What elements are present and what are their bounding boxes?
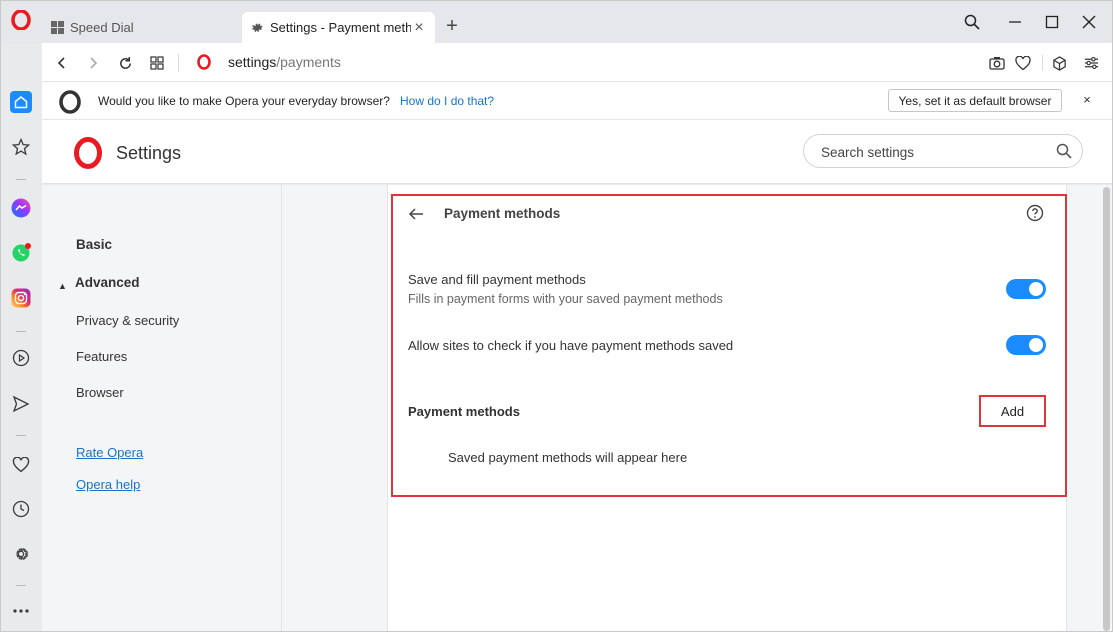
nav-advanced[interactable]: Advanced (75, 275, 140, 290)
minimize-icon[interactable] (1004, 11, 1026, 33)
forward-icon[interactable] (82, 52, 104, 74)
rate-opera-link[interactable]: Rate Opera (76, 445, 143, 460)
tab-settings[interactable]: Settings - Payment methods × (242, 12, 435, 43)
nav-browser[interactable]: Browser (76, 385, 124, 400)
tab-label: Settings - Payment methods (270, 20, 411, 35)
opera-logo-icon (59, 90, 81, 114)
messenger-icon[interactable] (10, 197, 32, 219)
search-tabs-icon[interactable] (961, 11, 983, 33)
tab-bar: Speed Dial Settings - Payment methods × … (1, 1, 1112, 43)
divider (16, 435, 26, 436)
speed-dial-star-icon[interactable] (10, 136, 32, 158)
camera-icon[interactable] (986, 52, 1008, 74)
add-payment-method-button[interactable]: Add (979, 395, 1046, 427)
home-icon[interactable] (10, 91, 32, 113)
infobar-message: Would you like to make Opera your everyd… (98, 94, 390, 108)
nav-basic[interactable]: Basic (76, 237, 112, 252)
close-infobar-icon[interactable]: × (1079, 91, 1095, 109)
settings-title: Settings (116, 143, 182, 163)
nav-privacy-security[interactable]: Privacy & security (76, 313, 179, 328)
more-icon[interactable] (10, 600, 32, 622)
opera-sidebar (1, 82, 42, 631)
whatsapp-icon[interactable] (10, 242, 32, 264)
url-host: settings (228, 54, 277, 70)
search-icon[interactable] (1055, 142, 1073, 160)
set-default-browser-button[interactable]: Yes, set it as default browser (888, 89, 1062, 112)
toggle-knob (1029, 338, 1043, 352)
back-arrow-icon[interactable] (406, 204, 426, 224)
save-fill-label: Save and fill payment methods (408, 272, 586, 287)
back-icon[interactable] (51, 52, 73, 74)
opera-help-link[interactable]: Opera help (76, 477, 140, 492)
default-browser-infobar: Would you like to make Opera your everyd… (42, 82, 1112, 120)
opera-page-icon (197, 54, 211, 70)
payment-methods-section-title: Payment methods (408, 404, 520, 419)
tiles-icon[interactable] (146, 52, 168, 74)
divider (16, 179, 26, 180)
divider (1042, 55, 1043, 71)
address-bar: settings/payments (42, 43, 1112, 82)
speed-dial-icon (50, 21, 64, 35)
send-icon[interactable] (10, 393, 32, 415)
divider (16, 331, 26, 332)
close-window-icon[interactable] (1078, 11, 1100, 33)
toggle-knob (1029, 282, 1043, 296)
how-to-link[interactable]: How do I do that? (400, 94, 494, 108)
new-tab-icon[interactable]: + (442, 16, 462, 36)
tab-label: Speed Dial (70, 20, 134, 35)
settings-header: Settings (42, 120, 1112, 184)
search-box (803, 134, 1083, 168)
reload-icon[interactable] (114, 52, 136, 74)
url-field[interactable]: settings/payments (228, 54, 341, 70)
save-fill-description: Fills in payment forms with your saved p… (408, 292, 723, 306)
history-clock-icon[interactable] (10, 498, 32, 520)
page-title: Payment methods (444, 206, 561, 221)
tab-speed-dial[interactable]: Speed Dial (42, 12, 239, 43)
help-icon[interactable] (1025, 203, 1045, 223)
empty-state-message: Saved payment methods will appear here (448, 450, 688, 465)
scrollbar-thumb[interactable] (1103, 187, 1110, 631)
extensions-cube-icon[interactable] (1048, 52, 1070, 74)
instagram-icon[interactable] (10, 287, 32, 309)
maximize-icon[interactable] (1041, 11, 1063, 33)
search-settings-input[interactable] (821, 142, 1041, 162)
allow-sites-label: Allow sites to check if you have payment… (408, 338, 734, 353)
opera-logo-icon (74, 137, 102, 169)
divider (178, 54, 179, 72)
save-fill-toggle[interactable] (1006, 279, 1046, 299)
collapse-arrow-icon[interactable]: ▲ (58, 281, 68, 291)
easy-setup-icon[interactable] (1080, 52, 1102, 74)
bookmarks-heart-icon[interactable] (10, 454, 32, 476)
settings-nav: Basic ▲ Advanced Privacy & security Feat… (42, 185, 282, 631)
settings-content: Payment methods Save and fill payment me… (282, 185, 1112, 631)
divider (16, 585, 26, 586)
settings-gear-icon[interactable] (10, 543, 32, 565)
url-path: /payments (276, 54, 341, 70)
opera-menu-icon[interactable] (11, 10, 31, 30)
player-icon[interactable] (10, 347, 32, 369)
browser-window: Speed Dial Settings - Payment methods × … (0, 0, 1113, 632)
close-tab-icon[interactable]: × (411, 19, 427, 36)
allow-sites-toggle[interactable] (1006, 335, 1046, 355)
heart-icon[interactable] (1012, 52, 1034, 74)
nav-features[interactable]: Features (76, 349, 127, 364)
gear-icon (250, 21, 264, 35)
